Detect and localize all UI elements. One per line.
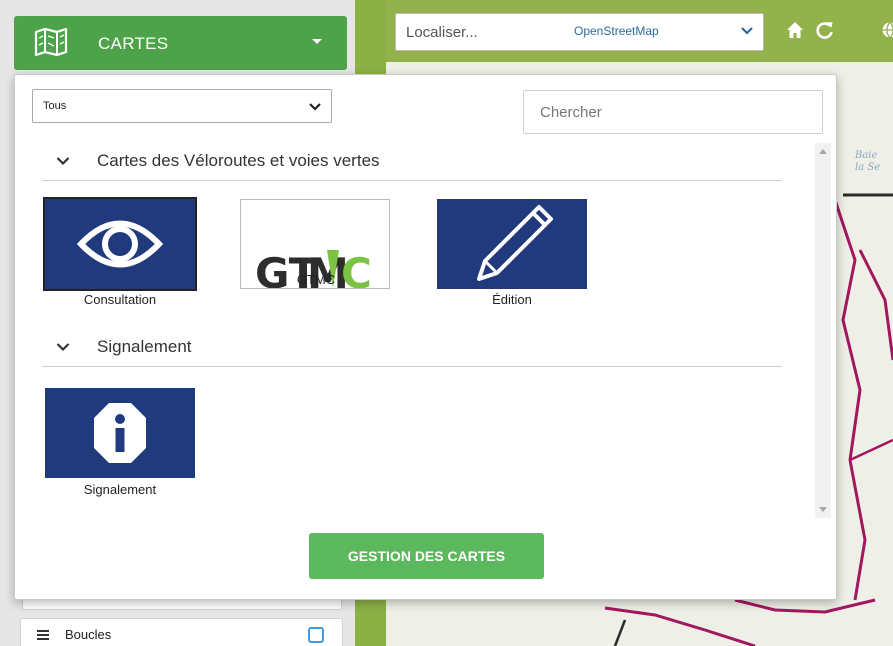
locate-bar: OpenStreetMap [395,13,764,51]
map-card-gtmc[interactable]: GT M C GTMC [240,199,390,289]
chevron-down-icon[interactable] [56,340,70,354]
eye-icon [76,220,164,268]
map-card-label: Consultation [83,292,157,307]
map-list[interactable]: Cartes des Véloroutes et voies vertes Co… [15,143,825,523]
cartes-label: CARTES [98,34,169,53]
category-filter-value: Tous [43,100,67,112]
globe-icon[interactable] [880,20,893,40]
gestion-des-cartes-button[interactable]: GESTION DES CARTES [309,533,544,579]
cartes-panel: Tous Cartes des Véloroutes et voies vert… [14,74,837,600]
locate-input[interactable] [396,14,556,50]
map-bay-label: Baie la Se [855,150,880,174]
list-scrollbar[interactable] [815,143,831,518]
category-title: Signalement [97,337,192,356]
caret-down-icon [312,39,322,44]
map-bay-label-line1: Baie [855,150,878,161]
category-filter-select[interactable]: Tous [32,89,332,123]
map-card-signalement[interactable]: Signalement [45,388,195,497]
chevron-down-icon[interactable] [740,24,754,38]
cartes-dropdown-button[interactable]: CARTES [14,16,347,70]
layer-visibility-checkbox[interactable] [308,627,324,643]
signalement-thumbnail [45,388,195,478]
chevron-down-icon[interactable] [56,154,70,168]
info-icon [94,403,146,463]
search-input[interactable] [524,91,822,133]
layer-item-boucles[interactable]: Boucles [20,618,343,646]
pencil-icon [477,205,553,281]
consultation-thumbnail [45,199,195,289]
chevron-down-icon [309,103,321,111]
folded-map-icon [34,28,68,56]
scroll-down-arrow-icon[interactable] [819,507,827,512]
map-card-edition[interactable]: Édition [437,199,587,307]
map-card-label: Édition [492,292,532,307]
base-layer-select[interactable]: OpenStreetMap [574,24,659,38]
map-card-label: Signalement [83,482,157,497]
map-card-label: GTMC [296,272,336,287]
home-icon[interactable] [785,20,805,40]
map-bay-label-line2: la Se [855,162,881,173]
layer-name: Boucles [65,627,112,642]
category-header-veloroutes[interactable]: Cartes des Véloroutes et voies vertes [42,143,782,181]
map-card-consultation[interactable]: Consultation [43,197,197,307]
scroll-up-arrow-icon[interactable] [819,149,827,154]
drag-handle-icon[interactable] [37,630,49,642]
refresh-icon[interactable] [815,20,835,40]
category-title: Cartes des Véloroutes et voies vertes [97,151,380,170]
category-header-signalement[interactable]: Signalement [42,329,782,367]
search-field [523,90,823,134]
edition-thumbnail [437,199,587,289]
